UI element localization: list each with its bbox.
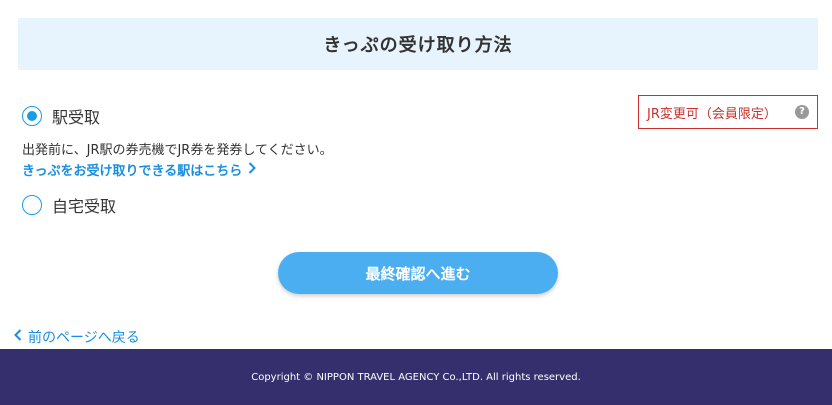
chevron-left-icon bbox=[14, 329, 22, 345]
radio-selected-dot bbox=[27, 111, 37, 121]
option-label-station: 駅受取 bbox=[52, 108, 101, 127]
footer-copyright: Copyright © NIPPON TRAVEL AGENCY Co.,LTD… bbox=[251, 371, 581, 383]
option-label-home: 自宅受取 bbox=[52, 197, 117, 216]
option-home-delivery[interactable]: 自宅受取 bbox=[22, 193, 116, 217]
proceed-final-confirm-button[interactable]: 最終確認へ進む bbox=[278, 252, 558, 294]
jr-change-badge: JR変更可（会員限定） ? bbox=[638, 95, 818, 129]
radio-station-pickup[interactable] bbox=[22, 106, 42, 126]
question-circle-icon[interactable]: ? bbox=[795, 105, 809, 119]
option-station-pickup[interactable]: 駅受取 bbox=[22, 104, 100, 128]
back-link-label: 前のページへ戻る bbox=[28, 330, 140, 346]
section-header: きっぷの受け取り方法 bbox=[18, 18, 818, 70]
radio-home-delivery[interactable] bbox=[22, 195, 42, 215]
stations-link-label: きっぷをお受け取りできる駅はこちら bbox=[22, 164, 243, 179]
back-link[interactable]: 前のページへ戻る bbox=[14, 327, 140, 347]
section-title: きっぷの受け取り方法 bbox=[323, 35, 513, 56]
badge-text: JR変更可（会員限定） bbox=[647, 106, 777, 122]
pickup-description: 出発前に、JR駅の券売機でJR券を発券してください。 bbox=[22, 143, 333, 158]
stations-link[interactable]: きっぷをお受け取りできる駅はこちら bbox=[22, 160, 257, 179]
footer: Copyright © NIPPON TRAVEL AGENCY Co.,LTD… bbox=[0, 349, 832, 405]
chevron-right-icon bbox=[248, 161, 257, 178]
